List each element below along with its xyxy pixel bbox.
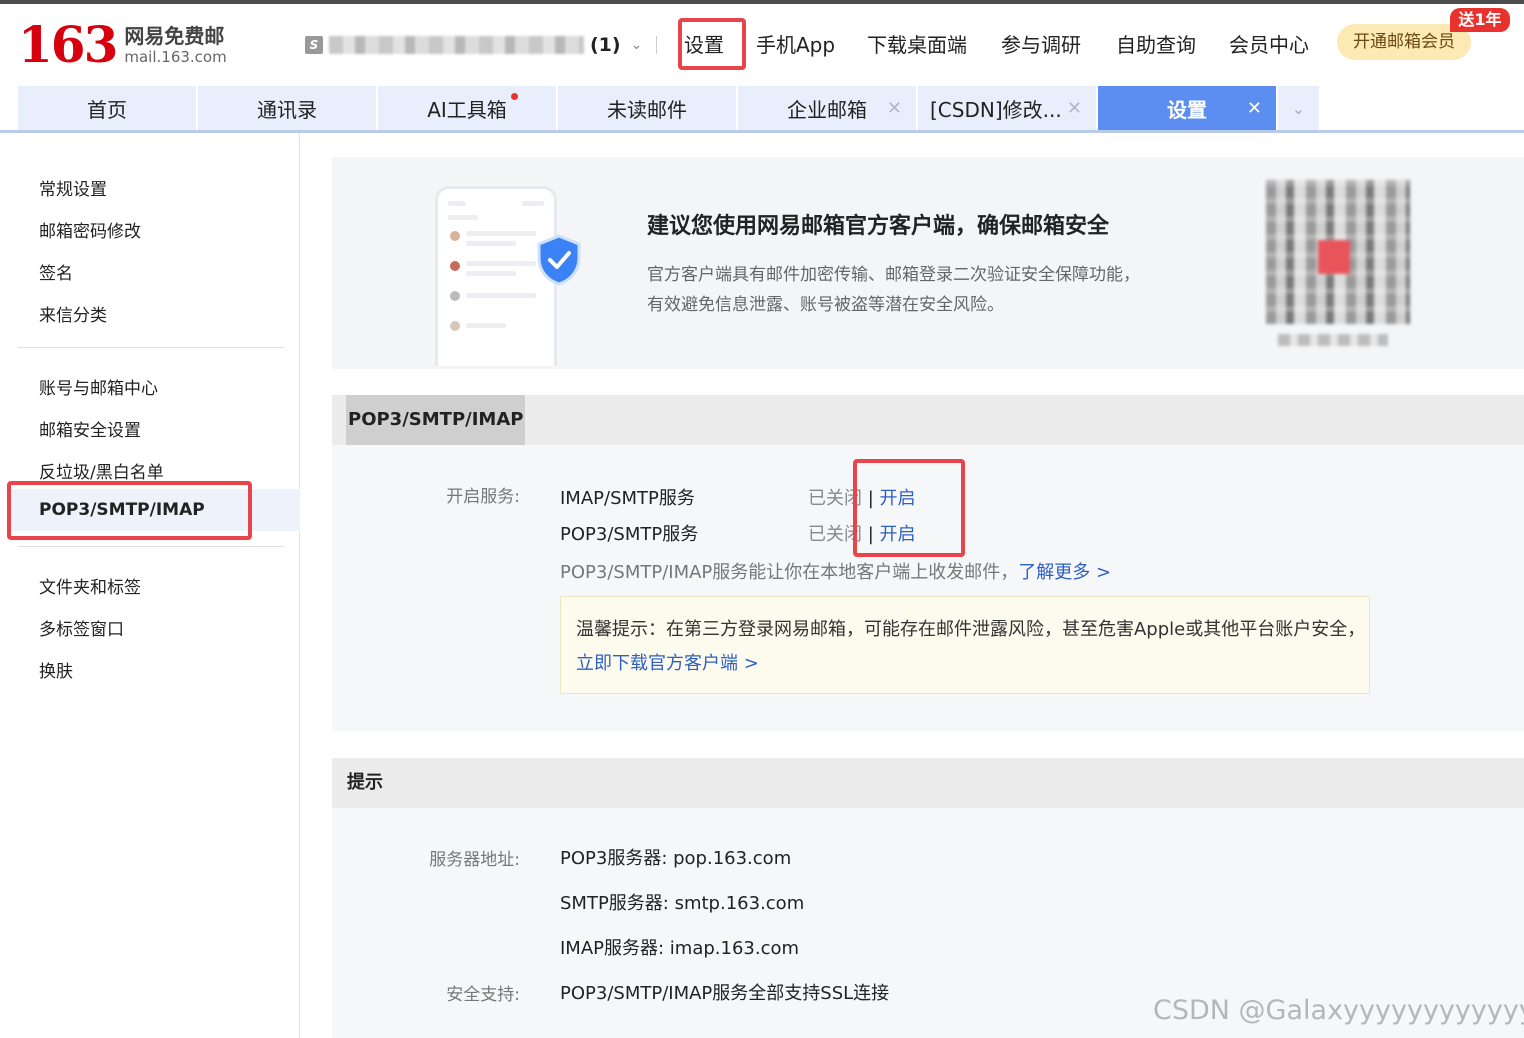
download-client-link[interactable]: 立即下载官方客户端 > <box>576 649 759 675</box>
pop3-status: 已关闭 <box>808 524 862 545</box>
sidebar-item-filters[interactable]: 来信分类 <box>39 301 107 326</box>
learn-more-link[interactable]: 了解更多 > <box>1018 562 1111 583</box>
nav-survey[interactable]: 参与调研 <box>1001 28 1081 62</box>
tab-unread[interactable]: 未读邮件 <box>558 86 736 131</box>
sidebar-item-security[interactable]: 邮箱安全设置 <box>39 416 141 441</box>
tab-label: 企业邮箱 <box>787 98 867 122</box>
sidebar-item-pop3-smtp-imap[interactable]: POP3/SMTP/IMAP <box>39 500 205 520</box>
imap-enable-link[interactable]: 开启 <box>880 488 916 509</box>
tab-label: 设置 <box>1167 98 1207 122</box>
pop-section-header: POP3/SMTP/IMAP <box>332 395 1524 445</box>
close-icon[interactable]: ✕ <box>887 98 902 119</box>
sidebar-item-multitab[interactable]: 多标签窗口 <box>39 615 124 640</box>
imap-server: IMAP服务器: imap.163.com <box>560 938 800 959</box>
tab-label: AI工具箱 <box>427 98 507 122</box>
new-dot-icon <box>511 93 518 100</box>
tab-label: 未读邮件 <box>607 98 687 122</box>
status-separator: | <box>867 488 874 509</box>
sidebar-divider <box>18 347 285 348</box>
sidebar-item-antispam[interactable]: 反垃圾/黑白名单 <box>39 458 164 483</box>
unread-count: (1) <box>590 34 621 56</box>
nav-member-center[interactable]: 会员中心 <box>1229 28 1309 62</box>
tab-label: 首页 <box>87 98 127 122</box>
tab-contacts[interactable]: 通讯录 <box>198 86 376 131</box>
shield-check-icon <box>537 234 581 286</box>
account-switcher[interactable]: S (1) ⌄ <box>305 34 642 56</box>
sidebar-item-password[interactable]: 邮箱密码修改 <box>39 217 141 242</box>
nav-self-service[interactable]: 自助查询 <box>1116 28 1196 62</box>
tab-enterprise[interactable]: 企业邮箱 ✕ <box>738 86 916 131</box>
pop-note-text: POP3/SMTP/IMAP服务能让你在本地客户端上收发邮件， <box>560 562 1019 583</box>
chevron-down-icon: ⌄ <box>1291 99 1306 118</box>
close-icon[interactable]: ✕ <box>1067 98 1082 119</box>
banner-description: 官方客户端具有邮件加密传输、邮箱登录二次验证安全保障功能，有效避免信息泄露、账号… <box>647 265 1140 315</box>
account-name-blurred <box>329 36 584 54</box>
pop-note: POP3/SMTP/IMAP服务能让你在本地客户端上收发邮件，了解更多 > <box>560 558 1111 584</box>
nav-desktop-download[interactable]: 下载桌面端 <box>867 28 967 62</box>
tab-csdn[interactable]: [CSDN]修改... ✕ <box>918 86 1096 131</box>
warning-tip: 温馨提示：在第三方登录网易邮箱，可能存在邮件泄露风险，甚至危害Apple或其他平… <box>560 596 1370 694</box>
nav-mobile-app[interactable]: 手机App <box>756 28 835 62</box>
imap-service-status-row: 已关闭 | 开启 <box>808 484 916 510</box>
nav-settings[interactable]: 设置 <box>684 28 724 62</box>
tab-ai-toolbox[interactable]: AI工具箱 <box>378 86 556 131</box>
smtp-server: SMTP服务器: smtp.163.com <box>560 893 805 914</box>
tip-text: 温馨提示：在第三方登录网易邮箱，可能存在邮件泄露风险，甚至危害Apple或其他平… <box>576 619 1366 640</box>
logo-title: 网易免费邮 <box>124 24 225 48</box>
chevron-down-icon: ⌄ <box>630 37 643 53</box>
hint-section-title: 提示 <box>347 772 383 793</box>
sidebar-divider <box>18 546 285 547</box>
sidebar-item-account-center[interactable]: 账号与邮箱中心 <box>39 374 158 399</box>
sidebar-item-skin[interactable]: 换肤 <box>39 657 73 682</box>
pop3-server: POP3服务器: pop.163.com <box>560 848 792 869</box>
pop-section-title: POP3/SMTP/IMAP <box>346 395 526 445</box>
ssl-label: 安全支持: <box>446 985 520 1005</box>
server-address-label: 服务器地址: <box>429 850 520 870</box>
logo[interactable]: 163 网易免费邮 mail.163.com <box>18 18 227 72</box>
top-edge <box>0 0 1524 4</box>
close-icon[interactable]: ✕ <box>1247 98 1262 119</box>
tab-more[interactable]: ⌄ <box>1278 86 1319 131</box>
open-service-label: 开启服务: <box>446 487 520 507</box>
pop3-service-status-row: 已关闭 | 开启 <box>808 520 916 546</box>
header-divider <box>656 36 657 54</box>
qr-caption-blurred <box>1278 334 1388 346</box>
settings-sidebar: 常规设置 邮箱密码修改 签名 来信分类 账号与邮箱中心 邮箱安全设置 反垃圾/黑… <box>0 133 300 1038</box>
tab-settings[interactable]: 设置 ✕ <box>1098 86 1276 131</box>
status-separator: | <box>867 524 874 545</box>
qr-code-blurred <box>1266 180 1410 324</box>
hint-section-header: 提示 <box>332 758 1524 808</box>
imap-service-name: IMAP/SMTP服务 <box>560 488 695 509</box>
tab-label: [CSDN]修改... <box>930 98 1062 122</box>
ssl-support: POP3/SMTP/IMAP服务全部支持SSL连接 <box>560 983 890 1004</box>
pop3-service-name: POP3/SMTP服务 <box>560 524 699 545</box>
account-icon: S <box>305 36 323 54</box>
sidebar-item-general[interactable]: 常规设置 <box>39 175 107 200</box>
tab-home[interactable]: 首页 <box>18 86 196 131</box>
imap-status: 已关闭 <box>808 488 862 509</box>
banner-title: 建议您使用网易邮箱官方客户端，确保邮箱安全 <box>647 214 1110 239</box>
sidebar-item-folders[interactable]: 文件夹和标签 <box>39 573 141 598</box>
watermark: CSDN @Galaxyyyyyyyyyyyyy <box>1153 995 1524 1026</box>
logo-domain: mail.163.com <box>124 48 227 66</box>
pop3-enable-link[interactable]: 开启 <box>880 524 916 545</box>
sidebar-item-signature[interactable]: 签名 <box>39 259 73 284</box>
tab-label: 通讯录 <box>257 98 317 122</box>
logo-number: 163 <box>18 15 118 74</box>
vip-badge: 送1年 <box>1450 8 1510 32</box>
